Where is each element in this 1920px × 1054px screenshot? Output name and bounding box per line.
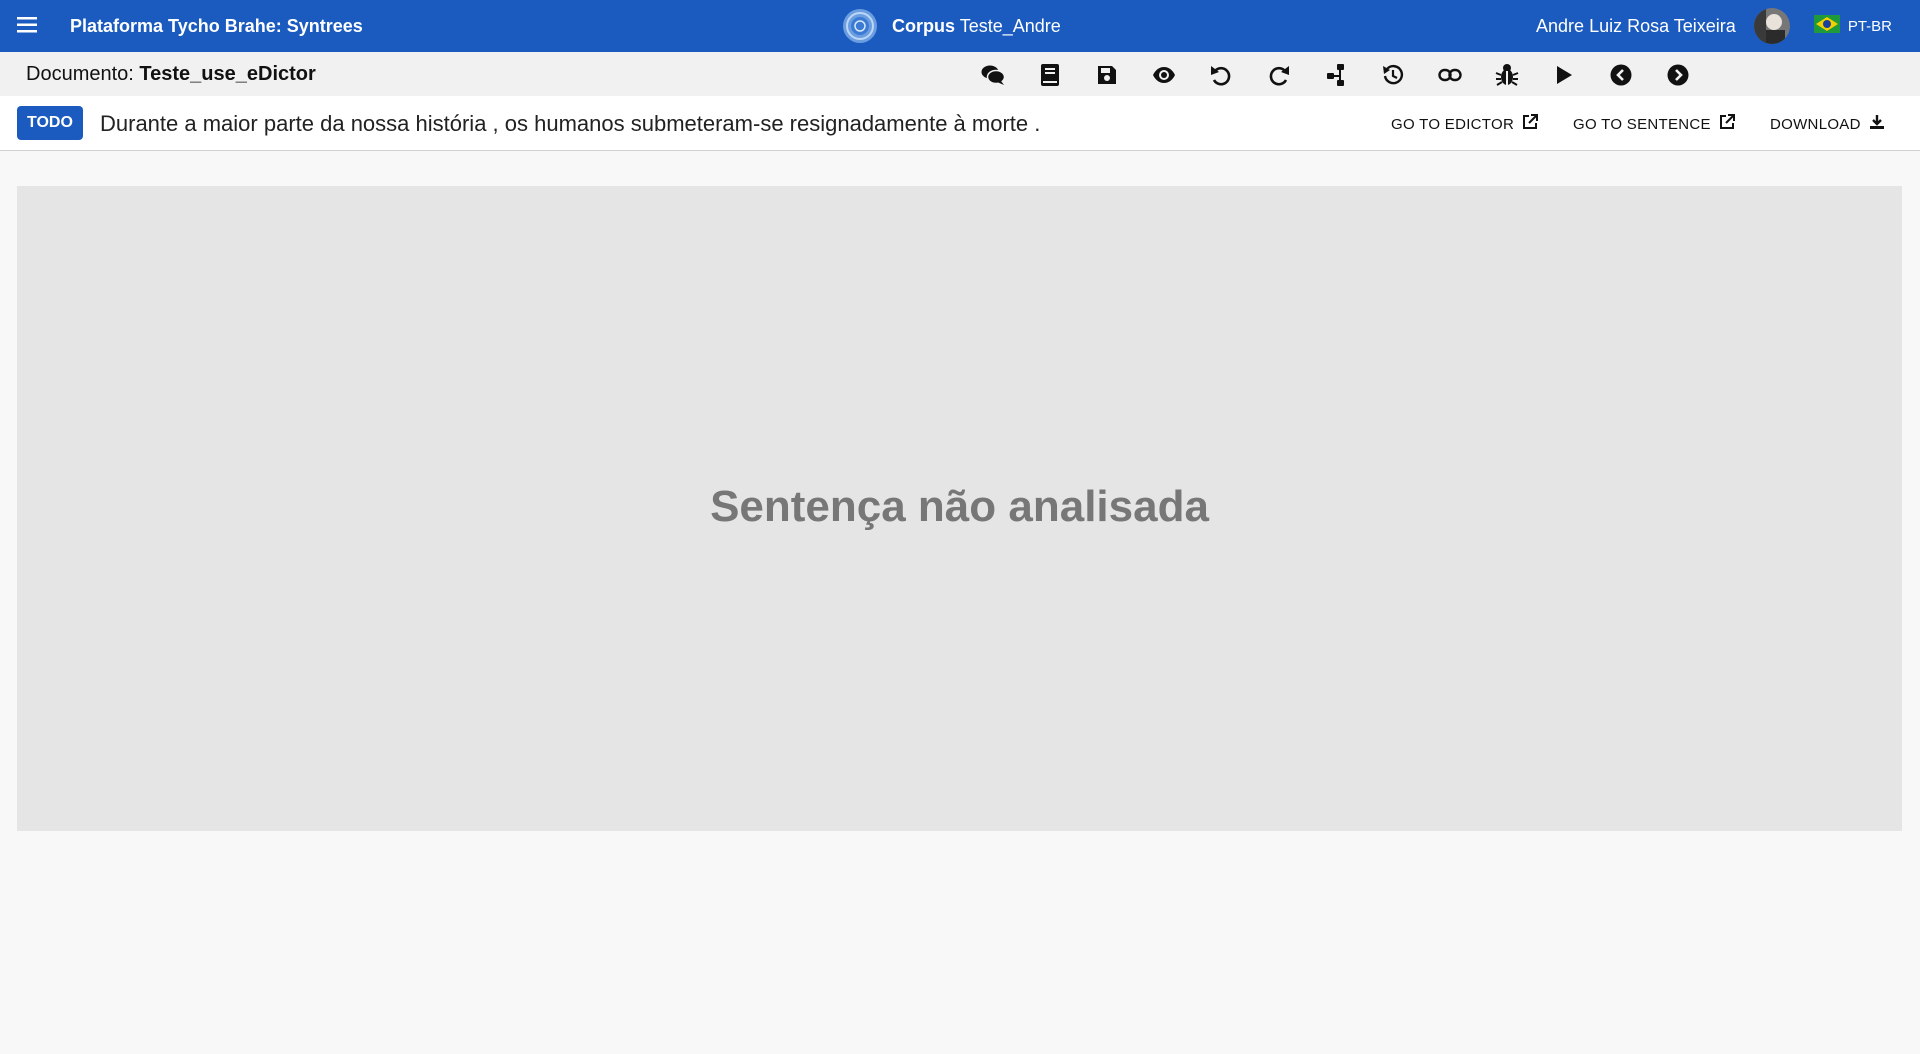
- corpus-name: Teste_Andre: [959, 15, 1061, 36]
- language-label: PT-BR: [1847, 17, 1892, 35]
- save-icon[interactable]: [1094, 62, 1120, 88]
- user-area: Andre Luiz Rosa Teixeira PT-BR: [1536, 0, 1920, 52]
- book-icon[interactable]: [1037, 62, 1063, 88]
- brazil-flag-icon: [1813, 15, 1840, 37]
- document-title: Documento: Teste_use_eDictor: [26, 63, 316, 86]
- corpus-label: Corpus: [892, 15, 955, 36]
- app-title: Plataforma Tycho Brahe: Syntrees: [70, 16, 363, 36]
- external-link-icon: [1522, 114, 1539, 134]
- corpus-indicator: Corpus Teste_Andre: [842, 0, 1061, 52]
- avatar[interactable]: [1753, 8, 1790, 44]
- go-to-sentence-button[interactable]: GO TO SENTENCE: [1573, 114, 1735, 134]
- status-badge: TODO: [17, 106, 83, 140]
- play-icon[interactable]: [1551, 62, 1577, 88]
- sentence-bar: TODO Durante a maior parte da nossa hist…: [0, 96, 1920, 151]
- tree-icon[interactable]: [1323, 62, 1349, 88]
- eye-icon[interactable]: [1151, 62, 1177, 88]
- link-icon[interactable]: [1437, 62, 1463, 88]
- corpus-logo-icon: [842, 8, 878, 44]
- go-to-edictor-button[interactable]: GO TO EDICTOR: [1391, 114, 1539, 134]
- download-label: DOWNLOAD: [1770, 115, 1861, 133]
- comments-icon[interactable]: [980, 62, 1006, 88]
- redo-icon[interactable]: [1266, 62, 1292, 88]
- language-selector[interactable]: PT-BR: [1813, 15, 1892, 37]
- download-icon: [1869, 114, 1885, 134]
- tree-canvas[interactable]: Sentença não analisada: [17, 186, 1902, 831]
- go-to-edictor-label: GO TO EDICTOR: [1391, 115, 1515, 133]
- undo-icon[interactable]: [1208, 62, 1234, 88]
- history-icon[interactable]: [1380, 62, 1406, 88]
- document-label: Documento:: [26, 63, 134, 85]
- external-link-icon: [1719, 114, 1735, 134]
- document-toolbar: Documento: Teste_use_eDictor: [0, 52, 1920, 97]
- previous-icon[interactable]: [1608, 62, 1634, 88]
- next-icon[interactable]: [1665, 62, 1691, 88]
- user-name[interactable]: Andre Luiz Rosa Teixeira: [1536, 16, 1736, 37]
- bug-icon[interactable]: [1494, 62, 1520, 88]
- go-to-sentence-label: GO TO SENTENCE: [1573, 115, 1711, 133]
- download-button[interactable]: DOWNLOAD: [1770, 114, 1885, 134]
- document-name: Teste_use_eDictor: [139, 63, 316, 85]
- empty-state-message: Sentença não analisada: [710, 482, 1209, 531]
- top-app-bar: Plataforma Tycho Brahe: Syntrees Corpus …: [0, 0, 1920, 52]
- sentence-text: Durante a maior parte da nossa história …: [100, 111, 1041, 136]
- hamburger-menu-icon[interactable]: [14, 12, 40, 38]
